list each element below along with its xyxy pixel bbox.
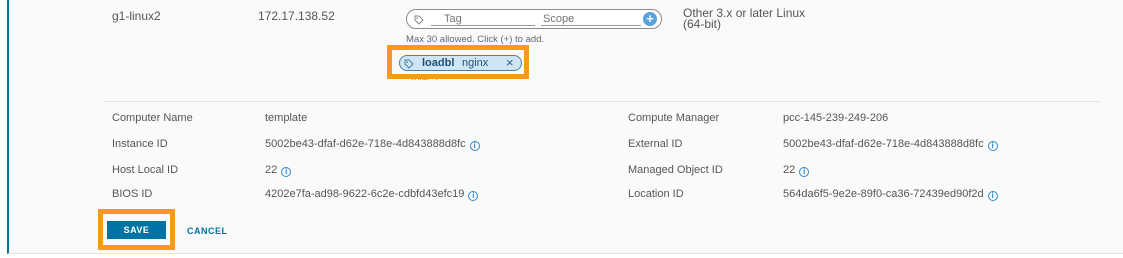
detail-value: pcc-145-239-249-206: [783, 112, 889, 124]
detail-label: BIOS ID: [112, 188, 153, 200]
tag-icon: [404, 58, 414, 72]
add-tag-button[interactable]: +: [643, 12, 657, 26]
detail-value: 4202e7fa-ad98-9622-6c2e-cdbfd43efc19 i: [265, 188, 479, 201]
save-button-highlight: SAVE: [98, 209, 175, 250]
info-icon[interactable]: i: [469, 141, 480, 151]
vm-ip-address: 172.17.138.52: [258, 9, 335, 23]
detail-label: Computer Name: [112, 112, 193, 124]
tag-chip[interactable]: loadbl nginx ×: [399, 55, 522, 71]
tag-limit-hint: Max 30 allowed. Click (+) to add.: [406, 34, 545, 45]
tag-scope-input: Tag Scope +: [406, 9, 662, 29]
info-icon[interactable]: i: [987, 141, 998, 151]
detail-label: Compute Manager: [628, 112, 720, 124]
info-icon[interactable]: i: [281, 167, 292, 177]
vm-name: g1-linux2: [112, 9, 161, 23]
info-icon[interactable]: i: [468, 191, 479, 201]
detail-label: Host Local ID: [112, 164, 179, 176]
detail-label: Managed Object ID: [628, 164, 723, 176]
section-divider: [103, 101, 1099, 102]
tag-chip-highlight: loadbl nginx ×: [387, 45, 529, 79]
cancel-button[interactable]: CANCEL: [187, 226, 228, 236]
close-icon[interactable]: ×: [506, 55, 514, 70]
chip-scope-text: nginx: [462, 57, 489, 69]
detail-label: Location ID: [628, 188, 684, 200]
detail-label: External ID: [628, 138, 683, 150]
detail-value: 5002be43-dfaf-d62e-718e-4d843888d8fc i: [265, 138, 480, 151]
detail-value: template: [265, 112, 308, 124]
detail-value: 564da6f5-9e2e-89f0-ca36-72439ed90f2d i: [783, 188, 998, 201]
detail-value: 22 i: [265, 164, 292, 177]
chip-tag-text: loadbl: [422, 57, 455, 69]
save-button[interactable]: SAVE: [107, 221, 166, 239]
detail-value: 5002be43-dfaf-d62e-718e-4d843888d8fc i: [783, 138, 998, 151]
detail-value: 22 i: [783, 164, 810, 177]
detail-label: Instance ID: [112, 138, 168, 150]
info-icon[interactable]: i: [799, 167, 810, 177]
vm-os-line2: (64-bit): [683, 17, 722, 31]
scope-input-field[interactable]: Scope: [541, 12, 641, 26]
tag-icon: [414, 14, 424, 28]
vm-os: Other 3.x or later Linux (64-bit): [683, 7, 805, 31]
info-icon[interactable]: i: [987, 191, 998, 201]
tag-input-field[interactable]: Tag: [431, 12, 535, 26]
